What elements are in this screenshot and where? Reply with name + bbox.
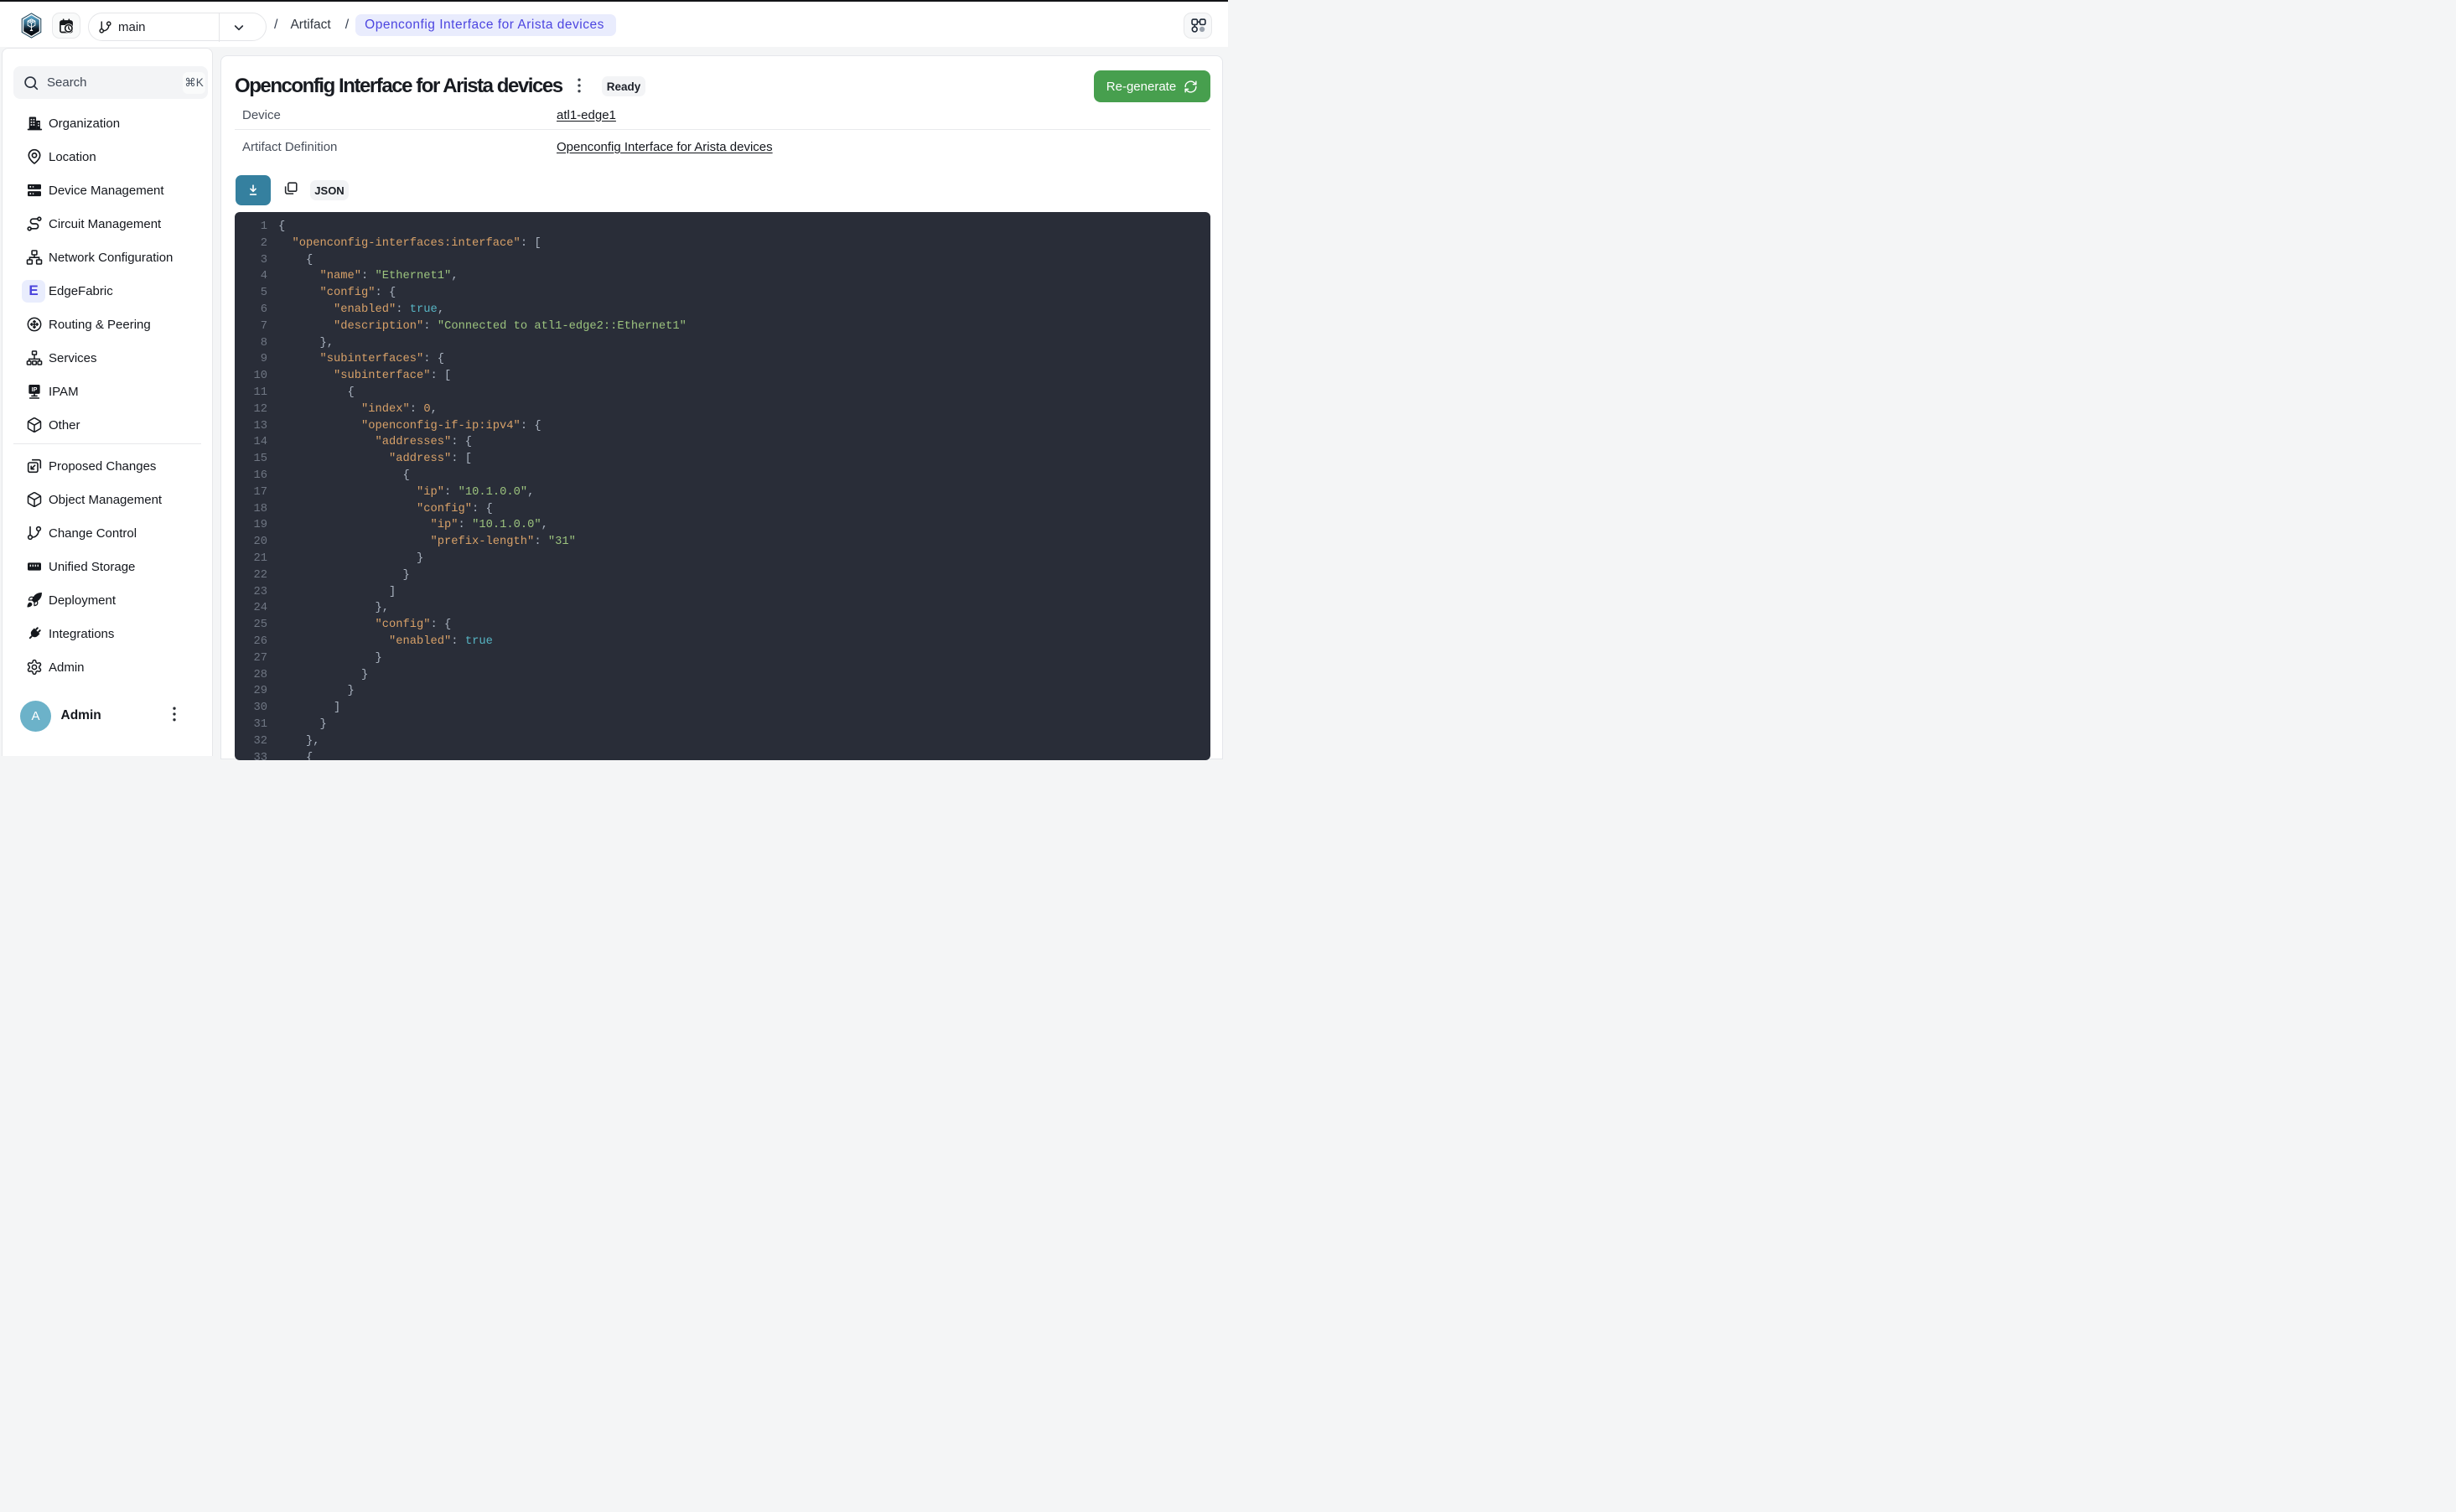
svg-text:IP: IP: [32, 386, 38, 393]
